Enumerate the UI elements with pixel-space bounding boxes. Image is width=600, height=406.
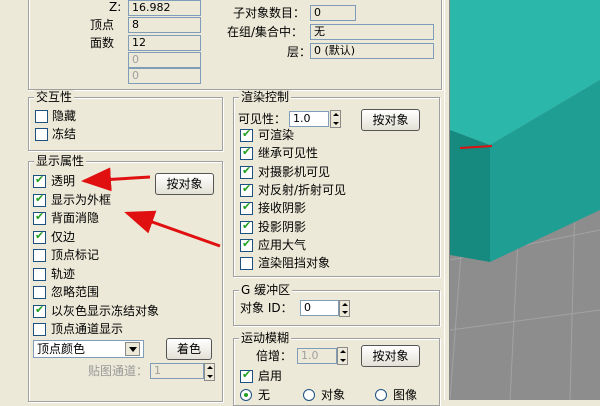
object-properties-panel: Z: 16.982 顶点 8 面数 12 0 0 子对象数目： 0 在组/集合中… xyxy=(0,0,450,406)
box-3d-icon xyxy=(450,0,600,400)
arrow-backface xyxy=(124,210,221,248)
arrow-transparent xyxy=(81,167,151,192)
annotation-arrows xyxy=(81,167,221,248)
viewport[interactable] xyxy=(450,0,600,400)
